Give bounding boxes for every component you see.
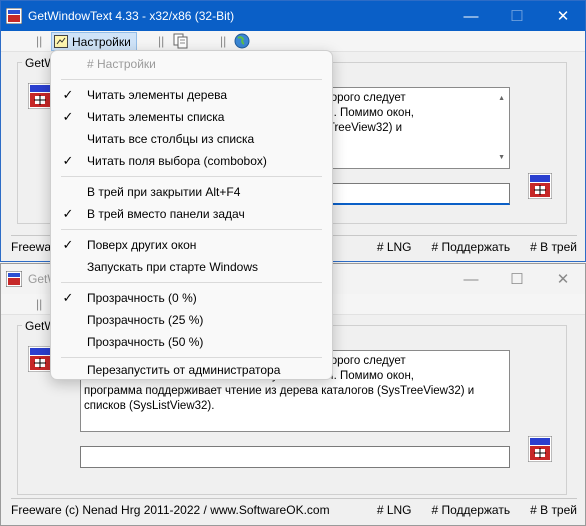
minimize-button[interactable]: —: [448, 1, 494, 31]
menu-item-read-combobox[interactable]: ✓ Читать поля выбора (combobox): [51, 150, 332, 172]
lng-link[interactable]: # LNG: [377, 503, 412, 517]
menu-item-label: В трей при закрытии Alt+F4: [87, 185, 241, 199]
maximize-icon: ☐: [510, 271, 524, 288]
menu-item-label: Читать элементы дерева: [87, 88, 228, 102]
close-icon: ✕: [556, 8, 570, 25]
description-line: списков (SysListView32).: [84, 400, 215, 412]
menu-item-transparency-50[interactable]: Прозрачность (50 %): [51, 331, 332, 353]
menu-item-label: # Настройки: [87, 57, 156, 71]
menu-separator: [61, 79, 322, 80]
menu-item-transparency-25[interactable]: Прозрачность (25 %): [51, 309, 332, 331]
toolbar-separator: ||: [36, 297, 43, 311]
menu-item-label: Прозрачность (50 %): [87, 335, 204, 349]
close-button[interactable]: ✕: [540, 264, 586, 294]
menu-item-label: Прозрачность (0 %): [87, 291, 197, 305]
menu-separator: [61, 357, 322, 358]
crosshair-drag-icon[interactable]: [28, 346, 52, 372]
support-link[interactable]: # Поддержать: [432, 503, 511, 517]
description-line: программа поддерживает чтение из дерева …: [84, 385, 475, 397]
settings-dropdown-menu: # Настройки ✓ Читать элементы дерева ✓ Ч…: [50, 50, 333, 380]
app-icon: [6, 8, 22, 24]
checkmark-icon: ✓: [62, 153, 74, 168]
menu-item-label: Прозрачность (25 %): [87, 313, 204, 327]
settings-menu-label: Настройки: [72, 34, 131, 49]
scroll-down-arrow-icon[interactable]: ▼: [498, 150, 505, 165]
menu-item-label: Запускать при старте Windows: [87, 260, 258, 274]
toolbar-separator: ||: [220, 34, 227, 48]
menu-item-read-all-columns[interactable]: Читать все столбцы из списка: [51, 128, 332, 150]
maximize-icon: ☐: [510, 8, 524, 25]
menu-separator: [61, 282, 322, 283]
crosshair-drag-icon[interactable]: [528, 436, 552, 462]
minimize-button[interactable]: —: [448, 264, 494, 294]
checkmark-icon: ✓: [62, 87, 74, 102]
globe-icon[interactable]: [234, 33, 250, 49]
title-bar[interactable]: GetWindowText 4.33 - x32/x86 (32-Bit) — …: [1, 1, 585, 31]
freeware-text: Freeware (c) Nenad Hrg 2011-2022 / www.S…: [11, 503, 330, 517]
lng-link[interactable]: # LNG: [377, 240, 412, 254]
scroll-up-arrow-icon[interactable]: ▲: [498, 91, 505, 106]
menu-item-tray-instead-taskbar[interactable]: ✓ В трей вместо панели задач: [51, 203, 332, 225]
menu-item-always-on-top[interactable]: ✓ Поверх других окон: [51, 234, 332, 256]
crosshair-drag-icon[interactable]: [28, 83, 52, 109]
window-title: GetWindowText 4.33 - x32/x86 (32-Bit): [28, 9, 235, 23]
menu-separator: [61, 176, 322, 177]
window-text-input[interactable]: [80, 446, 510, 468]
status-bar: Freeware (c) Nenad Hrg 2011-2022 / www.S…: [11, 498, 577, 521]
copy-icon[interactable]: [173, 33, 189, 49]
toolbar: || Настройки || ||: [1, 31, 585, 52]
tray-link[interactable]: # В трей: [530, 503, 577, 517]
menu-item-label: Перезапустить от администратора: [87, 363, 281, 377]
tray-link[interactable]: # В трей: [530, 240, 577, 254]
menu-item-label: Читать элементы списка: [87, 110, 225, 124]
checkmark-icon: ✓: [62, 206, 74, 221]
menu-item-read-list[interactable]: ✓ Читать элементы списка: [51, 106, 332, 128]
menu-item-tray-on-close[interactable]: В трей при закрытии Alt+F4: [51, 181, 332, 203]
menu-item-label: Читать поля выбора (combobox): [87, 154, 267, 168]
maximize-button[interactable]: ☐: [494, 264, 540, 294]
settings-icon: [54, 35, 68, 48]
menu-item-label: Читать все столбцы из списка: [87, 132, 255, 146]
close-button[interactable]: ✕: [540, 1, 586, 31]
menu-item-restart-as-admin[interactable]: Перезапустить от администратора: [51, 359, 332, 381]
menu-item-read-tree[interactable]: ✓ Читать элементы дерева: [51, 84, 332, 106]
crosshair-drag-icon[interactable]: [528, 173, 552, 199]
menu-item-run-at-startup[interactable]: Запускать при старте Windows: [51, 256, 332, 278]
checkmark-icon: ✓: [62, 109, 74, 124]
toolbar-separator: ||: [36, 34, 43, 48]
minimize-icon: —: [463, 270, 479, 288]
toolbar-separator: ||: [158, 34, 165, 48]
menu-item-label: В трей вместо панели задач: [87, 207, 245, 221]
minimize-icon: —: [463, 7, 479, 25]
settings-menu-button[interactable]: Настройки: [51, 32, 137, 51]
checkmark-icon: ✓: [62, 237, 74, 252]
support-link[interactable]: # Поддержать: [432, 240, 511, 254]
close-icon: ✕: [556, 271, 570, 288]
menu-header: # Настройки: [51, 53, 332, 75]
app-icon: [6, 271, 22, 287]
menu-item-label: Поверх других окон: [87, 238, 197, 252]
menu-separator: [61, 229, 322, 230]
menu-item-transparency-0[interactable]: ✓ Прозрачность (0 %): [51, 287, 332, 309]
checkmark-icon: ✓: [62, 290, 74, 305]
maximize-button[interactable]: ☐: [494, 1, 540, 31]
